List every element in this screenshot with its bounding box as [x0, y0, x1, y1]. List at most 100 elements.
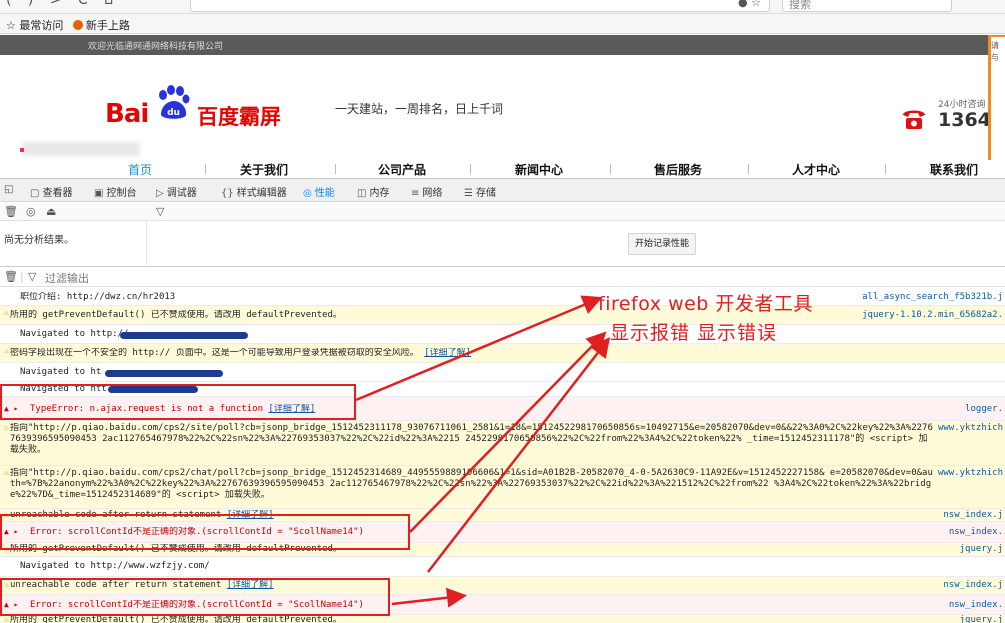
browser-search-input[interactable]: 搜索	[782, 0, 952, 12]
console-row: ⚠ 所用的 getPreventDefault() 已不赞成使用。请改用 def…	[0, 306, 1005, 325]
console-source-link[interactable]: nsw_index.	[949, 527, 1003, 537]
memory-icon: ◫	[357, 188, 367, 199]
warning-icon: ⚠	[4, 510, 9, 519]
annotation-subtitle: 显示报错 显示错误	[610, 322, 778, 344]
console-clear-icon[interactable]: 🗑	[4, 270, 18, 283]
learn-more-link[interactable]: [详细了解]	[268, 404, 315, 414]
learn-more-link[interactable]: [详细了解]	[227, 580, 274, 590]
console-source-link[interactable]: jquery.j	[960, 544, 1003, 554]
tab-style-editor[interactable]: {} 样式编辑器	[221, 184, 287, 199]
console-message: 指向"http://p.qiao.baidu.com/cps2/chat/pol…	[10, 468, 933, 500]
console-row: ⚠ unreachable code after return statemen…	[0, 577, 1005, 595]
learn-more-link[interactable]: [详细了解]	[424, 348, 471, 358]
warning-icon: ⚠	[4, 615, 9, 623]
nav-divider	[205, 164, 206, 174]
baidu-logo[interactable]: Bai du 百度霸屏	[105, 85, 305, 130]
console-message: Error: scrollContId不是正确的对象.(scrollContId…	[30, 527, 364, 537]
console-source-link[interactable]: jquery-1.10.2.min_65682a2.	[862, 310, 1003, 320]
nav-buttons[interactable]: ( ) > C ⌂	[6, 0, 119, 8]
clear-icon[interactable]: 🗑	[4, 205, 18, 218]
console-message: TypeError: n.ajax.request is not a funct…	[30, 404, 316, 414]
style-editor-icon: {}	[221, 188, 234, 199]
hotline-number: 1364	[938, 109, 991, 131]
console-source-link[interactable]: all_async_search_f5b321b.j	[862, 292, 1003, 302]
console-filter-icon: ▽	[28, 270, 37, 283]
site-header: Bai du 百度霸屏 一天建站，一周排名，日上千词 24小时咨询 1364	[0, 55, 1005, 160]
console-row: Navigated to ht	[0, 363, 1005, 382]
floating-consult-panel[interactable]: 请 与	[988, 35, 1005, 177]
console-row: Navigated to http://www.wzfzjy.com/	[0, 557, 1005, 577]
console-row: ▲ ▸ TypeError: n.ajax.request is not a f…	[0, 397, 1005, 421]
warning-icon: ⚠	[4, 580, 9, 589]
site-slogan: 一天建站，一周排名，日上千词	[335, 102, 504, 116]
logo-du-text: du	[167, 108, 180, 118]
site-nav: 首页 关于我们 公司产品 新闻中心 售后服务 人才中心 联系我们	[0, 160, 1005, 178]
url-bar[interactable]: ● ☆	[190, 0, 770, 12]
element-picker-icon[interactable]: ◱	[4, 184, 16, 195]
redaction-scribble	[108, 386, 198, 393]
nav-home[interactable]: 首页	[128, 161, 152, 178]
record-icon[interactable]: ◎	[26, 205, 36, 218]
console-message: Error: scrollContId不是正确的对象.(scrollContId…	[30, 600, 364, 610]
console-row: ▲ ▸ Error: scrollContId不是正确的对象.(scrollCo…	[0, 595, 1005, 615]
nav-products[interactable]: 公司产品	[378, 161, 426, 178]
start-recording-button[interactable]: 开始记录性能	[628, 233, 696, 255]
console-source-link[interactable]: nsw_index.j	[943, 580, 1003, 590]
console-row: ⚠ 所用的 getPreventDefault() 已不赞成使用。请改用 def…	[0, 615, 1005, 623]
nav-about[interactable]: 关于我们	[240, 161, 288, 178]
console-message: 指向"http://p.qiao.baidu.com/cps2/site/pol…	[10, 423, 933, 455]
learn-more-link[interactable]: [详细了解]	[227, 510, 274, 520]
url-bar-icons[interactable]: ● ☆	[738, 0, 761, 9]
nav-divider	[885, 164, 886, 174]
tab-memory[interactable]: ◫ 内存	[357, 184, 389, 199]
performance-toolbar: 🗑 ◎ ⏏ ▽	[0, 203, 1005, 221]
console-message: 所用的 getPreventDefault() 已不赞成使用。请改用 defau…	[10, 544, 342, 554]
recordings-list: 尚无分析结果。	[0, 221, 147, 265]
console-source-link[interactable]: www.yktzhich	[938, 423, 1003, 433]
tab-network[interactable]: ≡ 网络	[411, 184, 442, 199]
console-message: 所用的 getPreventDefault() 已不赞成使用。请改用 defau…	[10, 615, 342, 623]
tab-performance[interactable]: ◎ 性能	[303, 184, 335, 199]
red-marker	[20, 148, 24, 152]
inspector-icon: ▢	[30, 188, 40, 199]
console-source-link[interactable]: jquery.j	[960, 615, 1003, 623]
console-message: 密码字段出现在一个不安全的 http:// 页面中。这是一个可能导致用户登录凭据…	[10, 348, 472, 358]
import-icon[interactable]: ⏏	[46, 205, 56, 218]
bookmark-getting-started[interactable]: 新手上路	[72, 17, 130, 33]
nav-divider	[470, 164, 471, 174]
logo-chinese-text: 百度霸屏	[197, 105, 281, 129]
console-row: ⚠ 指向"http://p.qiao.baidu.com/cps2/chat/p…	[0, 466, 1005, 509]
nav-careers[interactable]: 人才中心	[792, 161, 840, 178]
perf-filter-icon[interactable]: ▽	[156, 205, 164, 218]
error-icon: ▲ ▸	[4, 527, 19, 536]
nav-news[interactable]: 新闻中心	[515, 161, 563, 178]
nav-after-sales[interactable]: 售后服务	[654, 161, 702, 178]
console-filter-input[interactable]: 过滤输出	[45, 270, 89, 286]
console-source-link[interactable]: nsw_index.j	[943, 510, 1003, 520]
logo-bai-text: Bai	[105, 99, 149, 129]
filter-divider: |	[20, 270, 24, 283]
console-source-link[interactable]: nsw_index.	[949, 600, 1003, 610]
floating-panel-text: 请 与	[991, 37, 1005, 171]
console-message: Navigated to http://www.wzfzjy.com/	[20, 561, 210, 571]
devtools-tab-bar: ◱ ▢ 查看器 ▣ 控制台 ▷ 调试器 {} 样式编辑器 ◎ 性能 ◫ 内存 ≡ 网络 ☰ 存储	[0, 178, 1005, 202]
nav-divider	[748, 164, 749, 174]
nav-contact[interactable]: 联系我们	[930, 161, 978, 178]
console-message: unreachable code after return statement …	[10, 510, 274, 520]
console-icon: ▣	[94, 188, 104, 199]
tab-inspector[interactable]: ▢ 查看器	[30, 184, 72, 199]
tab-console[interactable]: ▣ 控制台	[94, 184, 136, 199]
redaction-scribble	[120, 332, 248, 339]
console-row: Navigated to http://	[0, 325, 1005, 344]
redaction-scribble	[105, 370, 223, 377]
warning-icon: ⚠	[4, 346, 9, 355]
console-row: ⚠ 密码字段出现在一个不安全的 http:// 页面中。这是一个可能导致用户登录…	[0, 344, 1005, 363]
storage-icon: ☰	[464, 188, 473, 199]
performance-icon: ◎	[303, 188, 312, 199]
console-source-link[interactable]: www.yktzhich	[938, 468, 1003, 478]
tab-storage[interactable]: ☰ 存储	[464, 184, 496, 199]
bookmark-most-visited[interactable]: ☆ 最常访问	[6, 17, 63, 33]
console-source-link[interactable]: logger.	[965, 404, 1003, 414]
tab-debugger[interactable]: ▷ 调试器	[156, 184, 197, 199]
console-row: ▲ ▸ Error: scrollContId不是正确的对象.(scrollCo…	[0, 522, 1005, 543]
